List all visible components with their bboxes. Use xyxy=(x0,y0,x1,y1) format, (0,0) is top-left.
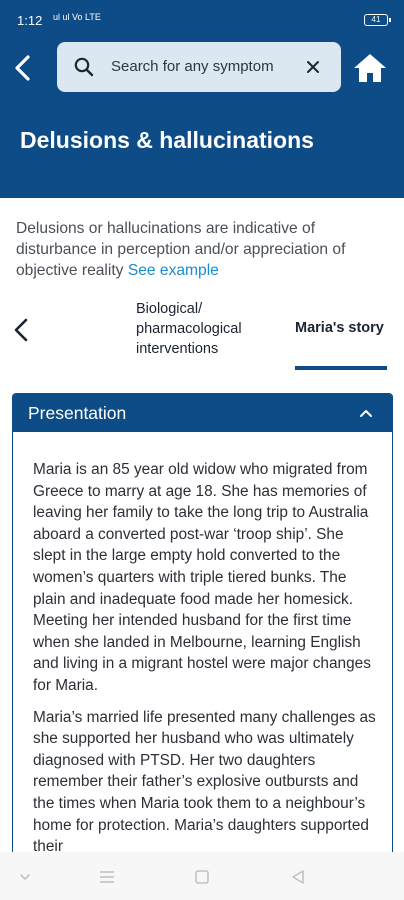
tabs-prev-button[interactable] xyxy=(8,314,34,346)
symptom-description: Delusions or hallucinations are indicati… xyxy=(16,218,392,281)
nav-back-button[interactable] xyxy=(287,866,309,888)
tab-biological-pharmacological[interactable]: Biological/ pharmacological intervention… xyxy=(136,299,276,359)
system-nav-bar xyxy=(0,852,404,900)
square-icon xyxy=(195,870,209,884)
active-tab-indicator xyxy=(295,366,387,370)
menu-icon xyxy=(100,871,114,883)
nav-home-button[interactable] xyxy=(191,866,213,888)
tab-label: cial/ntalns xyxy=(40,299,100,359)
clear-search-button[interactable] xyxy=(301,55,325,79)
panel-title: Presentation xyxy=(28,403,127,423)
search-placeholder: Search for any symptom xyxy=(111,58,274,75)
tab-social-environmental[interactable]: cial/ntalns xyxy=(40,299,100,359)
chevron-left-icon xyxy=(15,55,30,81)
presentation-panel: Presentation Maria is an 85 year old wid… xyxy=(12,393,393,900)
tab-marias-story[interactable]: Maria's story xyxy=(295,318,395,338)
chevron-left-icon xyxy=(14,318,28,342)
close-icon xyxy=(307,61,319,73)
home-button[interactable] xyxy=(352,50,388,86)
status-bar: 1:12 ul ul Vo LTE 41 xyxy=(0,0,404,36)
tab-label: Maria's story xyxy=(295,320,384,336)
story-paragraph: Maria’s married life presented many chal… xyxy=(33,708,376,856)
nav-menu-button[interactable] xyxy=(96,866,118,888)
see-example-link[interactable]: See example xyxy=(128,262,219,279)
app-header: 1:12 ul ul Vo LTE 41 Search for any symp… xyxy=(0,0,404,198)
nav-collapse-button[interactable] xyxy=(14,866,36,888)
battery-icon: 41 xyxy=(364,14,391,26)
home-icon xyxy=(354,54,386,82)
story-paragraph: Maria is an 85 year old widow who migrat… xyxy=(33,461,371,694)
presentation-panel-header[interactable]: Presentation xyxy=(13,394,392,432)
tab-label: Biological/ pharmacological intervention… xyxy=(136,301,242,357)
page-title: Delusions & hallucinations xyxy=(20,127,314,153)
status-time: 1:12 xyxy=(17,13,43,28)
panel-body: Maria is an 85 year old widow who migrat… xyxy=(33,459,377,868)
chevron-up-icon xyxy=(360,410,372,417)
back-button[interactable] xyxy=(6,50,40,86)
search-icon xyxy=(74,57,94,77)
search-input[interactable]: Search for any symptom xyxy=(57,42,341,92)
signal-icon: ul ul Vo LTE xyxy=(53,12,101,22)
chevron-down-icon xyxy=(20,874,30,880)
triangle-back-icon xyxy=(292,870,304,884)
